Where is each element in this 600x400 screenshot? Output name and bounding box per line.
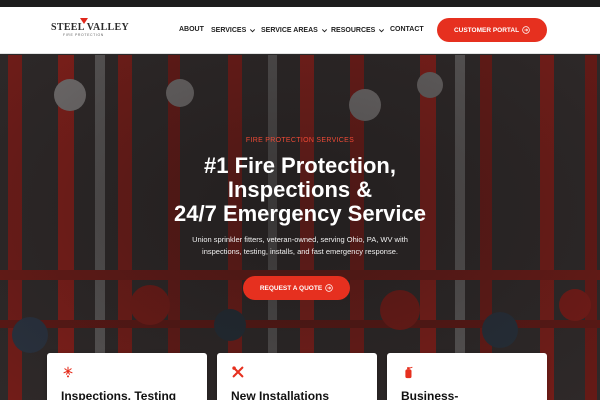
top-strip: [0, 0, 600, 7]
headline-line: 24/7 Emergency Service: [174, 201, 426, 226]
hero-eyebrow: FIRE PROTECTION SERVICES: [245, 137, 355, 144]
headline-line: Inspections &: [227, 177, 373, 202]
nav-item-services[interactable]: SERVICES: [211, 26, 257, 35]
nav-item-service-areas[interactable]: SERVICE AREAS: [261, 26, 329, 35]
service-card-business[interactable]: Business-: [387, 353, 547, 400]
nav-item-about[interactable]: ABOUT: [179, 26, 204, 33]
description-line: Union sprinkler fitters, veteran-owned, …: [192, 235, 408, 244]
chevron-down-icon: [379, 29, 385, 33]
nav-item-label: SERVICE AREAS: [261, 27, 318, 34]
customer-portal-button[interactable]: CUSTOMER PORTAL: [437, 18, 547, 42]
site-header: STEEL VALLEY FIRE PROTECTION ABOUT SERVI…: [0, 7, 600, 54]
nav-item-label: SERVICES: [211, 27, 247, 34]
site-logo[interactable]: STEEL VALLEY FIRE PROTECTION: [51, 18, 129, 42]
hero-description: Union sprinkler fitters, veteran-owned, …: [170, 234, 430, 258]
headline-line: #1 Fire Protection,: [204, 153, 396, 178]
description-line: inspections, testing, installs, and fast…: [202, 247, 398, 256]
customer-portal-label: CUSTOMER PORTAL: [453, 26, 520, 34]
service-card-title: Inspections, Testing: [61, 389, 177, 400]
arrow-circle-icon: [522, 26, 530, 34]
request-quote-label: REQUEST A QUOTE: [259, 284, 323, 292]
chevron-down-icon: [321, 29, 327, 33]
hero-dark-overlay: [0, 55, 600, 400]
logo-tagline: FIRE PROTECTION: [63, 33, 104, 37]
nav-item-label: ABOUT: [179, 26, 204, 33]
logo-flame-mark: [80, 18, 88, 24]
service-card-installations[interactable]: New Installations: [217, 353, 377, 400]
hero-section: FIRE PROTECTION SERVICES #1 Fire Protect…: [0, 55, 600, 400]
sprinkler-icon: [63, 366, 73, 378]
arrow-circle-icon: [325, 284, 333, 292]
nav-item-label: CONTACT: [390, 26, 424, 33]
logo-wordmark: STEEL VALLEY: [51, 22, 129, 33]
nav-item-resources[interactable]: RESOURCES: [331, 26, 386, 35]
fire-extinguisher-icon: [405, 366, 413, 379]
tools-icon: [232, 366, 244, 378]
service-card-inspections[interactable]: Inspections, Testing: [47, 353, 207, 400]
service-card-title: Business-: [401, 389, 459, 400]
hero-headline: #1 Fire Protection, Inspections & 24/7 E…: [0, 154, 600, 226]
service-card-title: New Installations: [231, 389, 330, 400]
request-quote-button[interactable]: REQUEST A QUOTE: [243, 276, 350, 300]
nav-item-label: RESOURCES: [331, 27, 376, 34]
chevron-down-icon: [250, 29, 256, 33]
nav-item-contact[interactable]: CONTACT: [390, 26, 424, 33]
